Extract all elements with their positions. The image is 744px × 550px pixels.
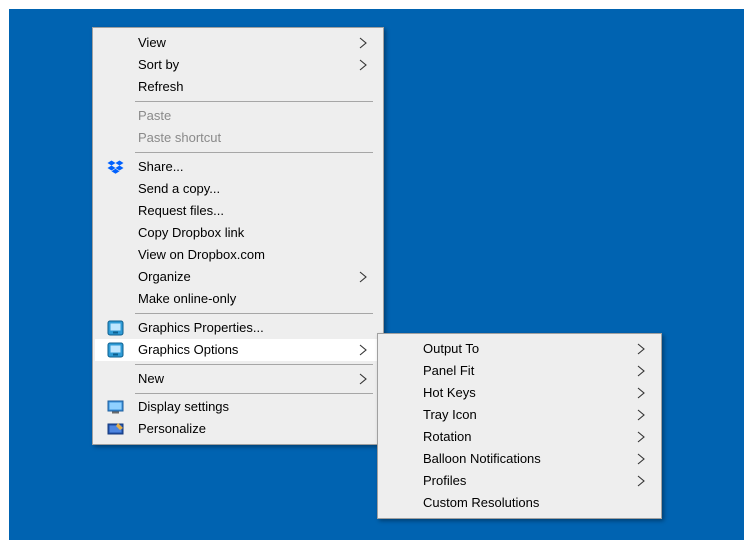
- intel-graphics-icon: [107, 320, 124, 336]
- chevron-right-icon: [359, 271, 367, 283]
- chevron-right-icon: [637, 409, 645, 421]
- menu-item-label: Organize: [138, 269, 191, 284]
- menu-item-label: Balloon Notifications: [423, 451, 541, 466]
- menu-item-label: Make online-only: [138, 291, 237, 306]
- submenu-item-hot-keys[interactable]: Hot Keys: [380, 382, 659, 404]
- menu-item-label: Request files...: [138, 203, 224, 218]
- menu-item-sort-by[interactable]: Sort by: [95, 54, 381, 76]
- menu-item-make-online-only[interactable]: Make online-only: [95, 288, 381, 310]
- menu-item-label: Sort by: [138, 57, 180, 72]
- menu-item-label: Custom Resolutions: [423, 495, 540, 510]
- chevron-right-icon: [359, 373, 367, 385]
- menu-item-label: Panel Fit: [423, 363, 475, 378]
- display-icon: [107, 400, 124, 414]
- menu-item-graphics-properties[interactable]: Graphics Properties...: [95, 317, 381, 339]
- menu-item-label: Paste shortcut: [138, 130, 222, 145]
- chevron-right-icon: [359, 37, 367, 49]
- submenu-item-output-to[interactable]: Output To: [380, 338, 659, 360]
- menu-item-display-settings[interactable]: Display settings: [95, 396, 381, 418]
- menu-item-label: Graphics Properties...: [138, 320, 264, 335]
- menu-item-label: Profiles: [423, 473, 467, 488]
- dropbox-icon: [107, 160, 124, 174]
- menu-item-label: Send a copy...: [138, 181, 221, 196]
- menu-item-label: Personalize: [138, 421, 206, 436]
- menu-separator: [135, 152, 373, 153]
- chevron-right-icon: [637, 365, 645, 377]
- submenu-item-profiles[interactable]: Profiles: [380, 470, 659, 492]
- submenu-item-custom-resolutions[interactable]: Custom Resolutions: [380, 492, 659, 514]
- intel-graphics-icon: [107, 342, 124, 358]
- chevron-right-icon: [359, 59, 367, 71]
- menu-separator: [135, 101, 373, 102]
- chevron-right-icon: [637, 453, 645, 465]
- menu-item-copy-dropbox-link[interactable]: Copy Dropbox link: [95, 222, 381, 244]
- menu-item-label: Output To: [423, 341, 480, 356]
- chevron-right-icon: [637, 387, 645, 399]
- menu-item-send-a-copy[interactable]: Send a copy...: [95, 178, 381, 200]
- menu-item-label: Paste: [138, 108, 172, 123]
- menu-item-label: Copy Dropbox link: [138, 225, 245, 240]
- menu-item-new[interactable]: New: [95, 368, 381, 390]
- graphics-options-submenu: Output To Panel Fit Hot Keys Tray Icon R…: [377, 333, 662, 519]
- chevron-right-icon: [637, 343, 645, 355]
- menu-item-share[interactable]: Share...: [95, 156, 381, 178]
- menu-item-refresh[interactable]: Refresh: [95, 76, 381, 98]
- menu-item-label: Rotation: [423, 429, 472, 444]
- chevron-right-icon: [637, 431, 645, 443]
- menu-item-label: Display settings: [138, 399, 230, 414]
- chevron-right-icon: [637, 475, 645, 487]
- menu-item-paste-shortcut: Paste shortcut: [95, 127, 381, 149]
- menu-item-label: Hot Keys: [423, 385, 476, 400]
- menu-item-personalize[interactable]: Personalize: [95, 418, 381, 440]
- menu-item-view[interactable]: View: [95, 32, 381, 54]
- submenu-item-rotation[interactable]: Rotation: [380, 426, 659, 448]
- menu-item-graphics-options[interactable]: Graphics Options: [95, 339, 381, 361]
- menu-item-label: New: [138, 371, 165, 386]
- menu-separator: [135, 313, 373, 314]
- menu-item-paste: Paste: [95, 105, 381, 127]
- menu-item-request-files[interactable]: Request files...: [95, 200, 381, 222]
- menu-item-label: Share...: [138, 159, 184, 174]
- menu-separator: [135, 393, 373, 394]
- chevron-right-icon: [359, 344, 367, 356]
- menu-item-label: Tray Icon: [423, 407, 477, 422]
- submenu-item-tray-icon[interactable]: Tray Icon: [380, 404, 659, 426]
- submenu-item-panel-fit[interactable]: Panel Fit: [380, 360, 659, 382]
- personalize-icon: [107, 423, 124, 435]
- menu-item-label: View on Dropbox.com: [138, 247, 265, 262]
- desktop-context-menu: View Sort by Refresh Paste Paste shortcu…: [92, 27, 384, 445]
- menu-item-view-on-dropbox[interactable]: View on Dropbox.com: [95, 244, 381, 266]
- submenu-item-balloon-notifications[interactable]: Balloon Notifications: [380, 448, 659, 470]
- menu-separator: [135, 364, 373, 365]
- menu-item-label: Refresh: [138, 79, 184, 94]
- menu-item-label: Graphics Options: [138, 342, 239, 357]
- menu-item-label: View: [138, 35, 166, 50]
- menu-item-organize[interactable]: Organize: [95, 266, 381, 288]
